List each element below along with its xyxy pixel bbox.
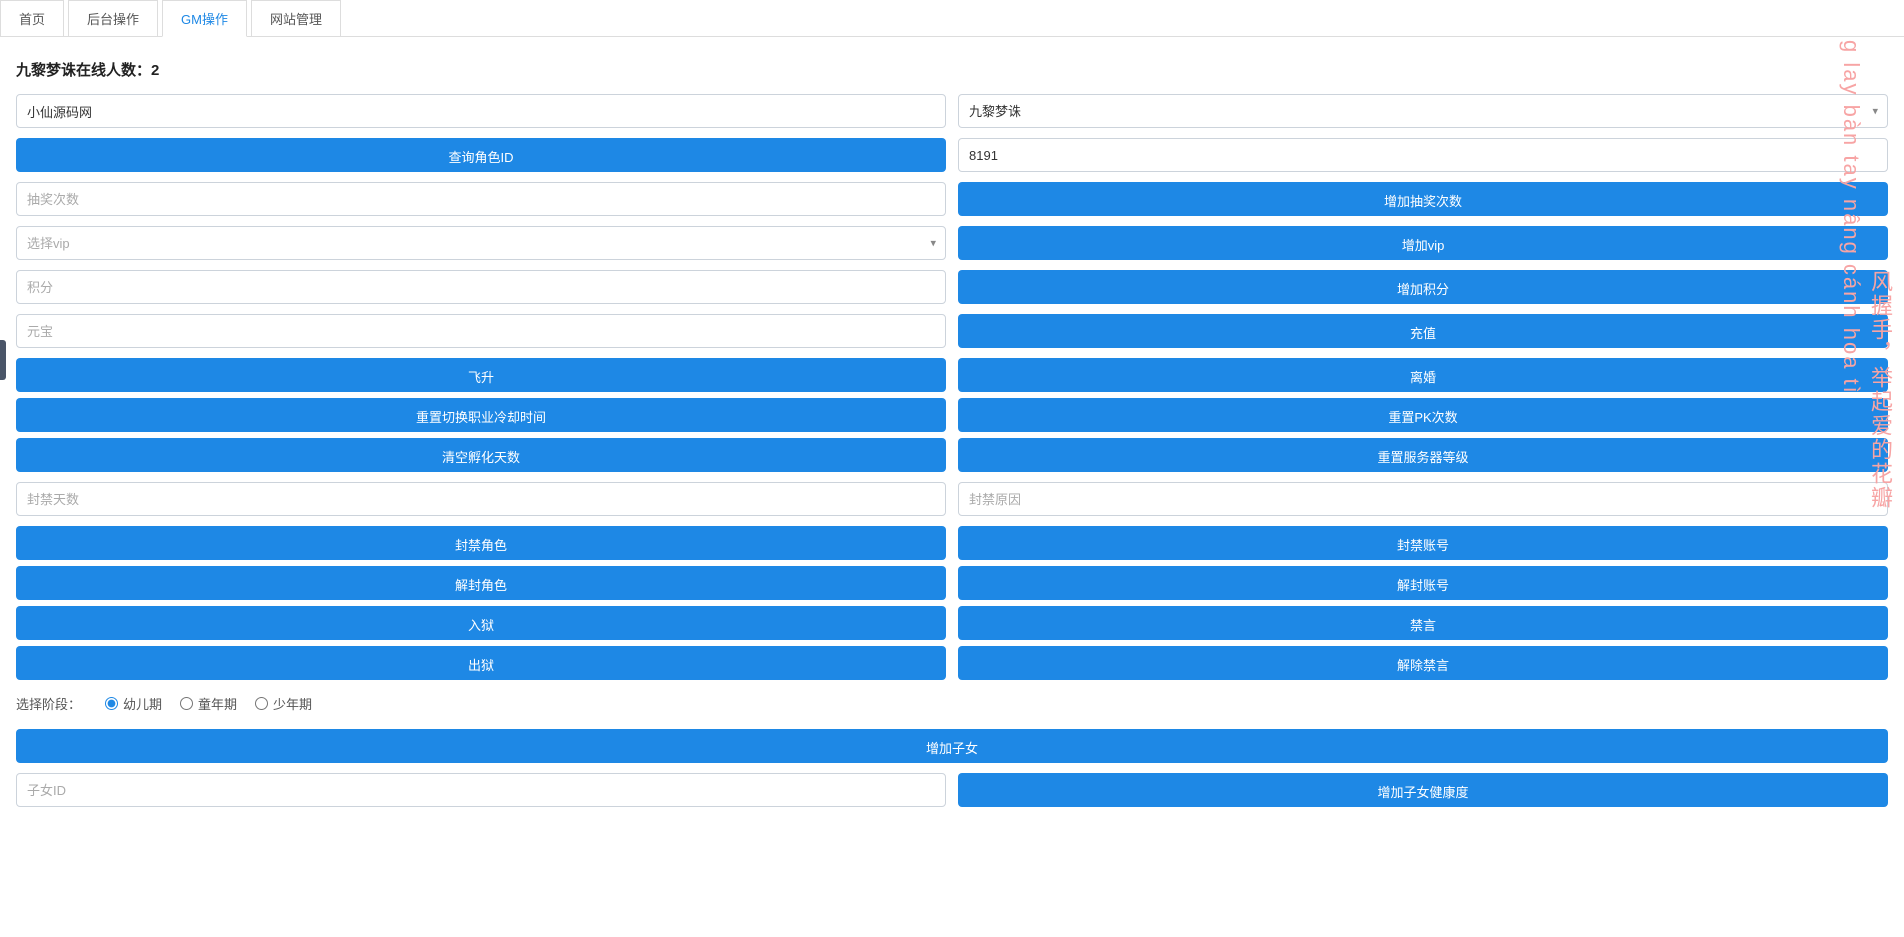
ban-account-button[interactable]: 封禁账号: [958, 526, 1888, 560]
gm-panel: 九黎梦诛在线人数：2 九黎梦诛 ▾ 查询角色ID 增加抽奖次数: [0, 37, 1904, 829]
server-select[interactable]: 九黎梦诛: [958, 94, 1888, 128]
add-child-health-button[interactable]: 增加子女健康度: [958, 773, 1888, 807]
ban-reason-input[interactable]: [958, 482, 1888, 516]
stage-radio-infant[interactable]: 幼儿期: [105, 694, 162, 713]
ban-days-input[interactable]: [16, 482, 946, 516]
reset-job-cd-button[interactable]: 重置切换职业冷却时间: [16, 398, 946, 432]
stage-radio-child[interactable]: 童年期: [180, 694, 237, 713]
stage-radio-infant-label: 幼儿期: [123, 694, 162, 713]
ascend-button[interactable]: 飞升: [16, 358, 946, 392]
unban-account-button[interactable]: 解封账号: [958, 566, 1888, 600]
jail-button[interactable]: 入狱: [16, 606, 946, 640]
add-draw-button[interactable]: 增加抽奖次数: [958, 182, 1888, 216]
points-input[interactable]: [16, 270, 946, 304]
add-vip-button[interactable]: 增加vip: [958, 226, 1888, 260]
unjail-button[interactable]: 出狱: [16, 646, 946, 680]
account-input[interactable]: [16, 94, 946, 128]
main-tabs: 首页 后台操作 GM操作 网站管理: [0, 0, 1904, 37]
divorce-button[interactable]: 离婚: [958, 358, 1888, 392]
query-role-button[interactable]: 查询角色ID: [16, 138, 946, 172]
add-child-button[interactable]: 增加子女: [16, 729, 1888, 763]
stage-radio-teen-label: 少年期: [273, 694, 312, 713]
stage-selector: 选择阶段： 幼儿期 童年期 少年期: [16, 694, 1888, 713]
unban-role-button[interactable]: 解封角色: [16, 566, 946, 600]
reset-pk-button[interactable]: 重置PK次数: [958, 398, 1888, 432]
stage-radio-teen[interactable]: 少年期: [255, 694, 312, 713]
online-count-title: 九黎梦诛在线人数：2: [16, 59, 1888, 80]
title-count: 2: [151, 62, 159, 79]
stage-radio-teen-input[interactable]: [255, 697, 268, 710]
mute-button[interactable]: 禁言: [958, 606, 1888, 640]
child-id-input[interactable]: [16, 773, 946, 807]
tab-site[interactable]: 网站管理: [251, 0, 341, 36]
tab-home[interactable]: 首页: [0, 0, 64, 36]
draw-count-input[interactable]: [16, 182, 946, 216]
vip-select[interactable]: 选择vip: [16, 226, 946, 260]
stage-radio-infant-input[interactable]: [105, 697, 118, 710]
clear-hatch-button[interactable]: 清空孵化天数: [16, 438, 946, 472]
add-points-button[interactable]: 增加积分: [958, 270, 1888, 304]
side-handle[interactable]: [0, 340, 6, 380]
tab-backend[interactable]: 后台操作: [68, 0, 158, 36]
role-id-input[interactable]: [958, 138, 1888, 172]
recharge-button[interactable]: 充值: [958, 314, 1888, 348]
stage-radio-child-label: 童年期: [198, 694, 237, 713]
reset-server-level-button[interactable]: 重置服务器等级: [958, 438, 1888, 472]
yuanbao-input[interactable]: [16, 314, 946, 348]
stage-label: 选择阶段：: [16, 694, 81, 713]
tab-gm[interactable]: GM操作: [162, 0, 247, 37]
unmute-button[interactable]: 解除禁言: [958, 646, 1888, 680]
title-prefix: 九黎梦诛在线人数：: [16, 62, 151, 79]
ban-role-button[interactable]: 封禁角色: [16, 526, 946, 560]
stage-radio-child-input[interactable]: [180, 697, 193, 710]
